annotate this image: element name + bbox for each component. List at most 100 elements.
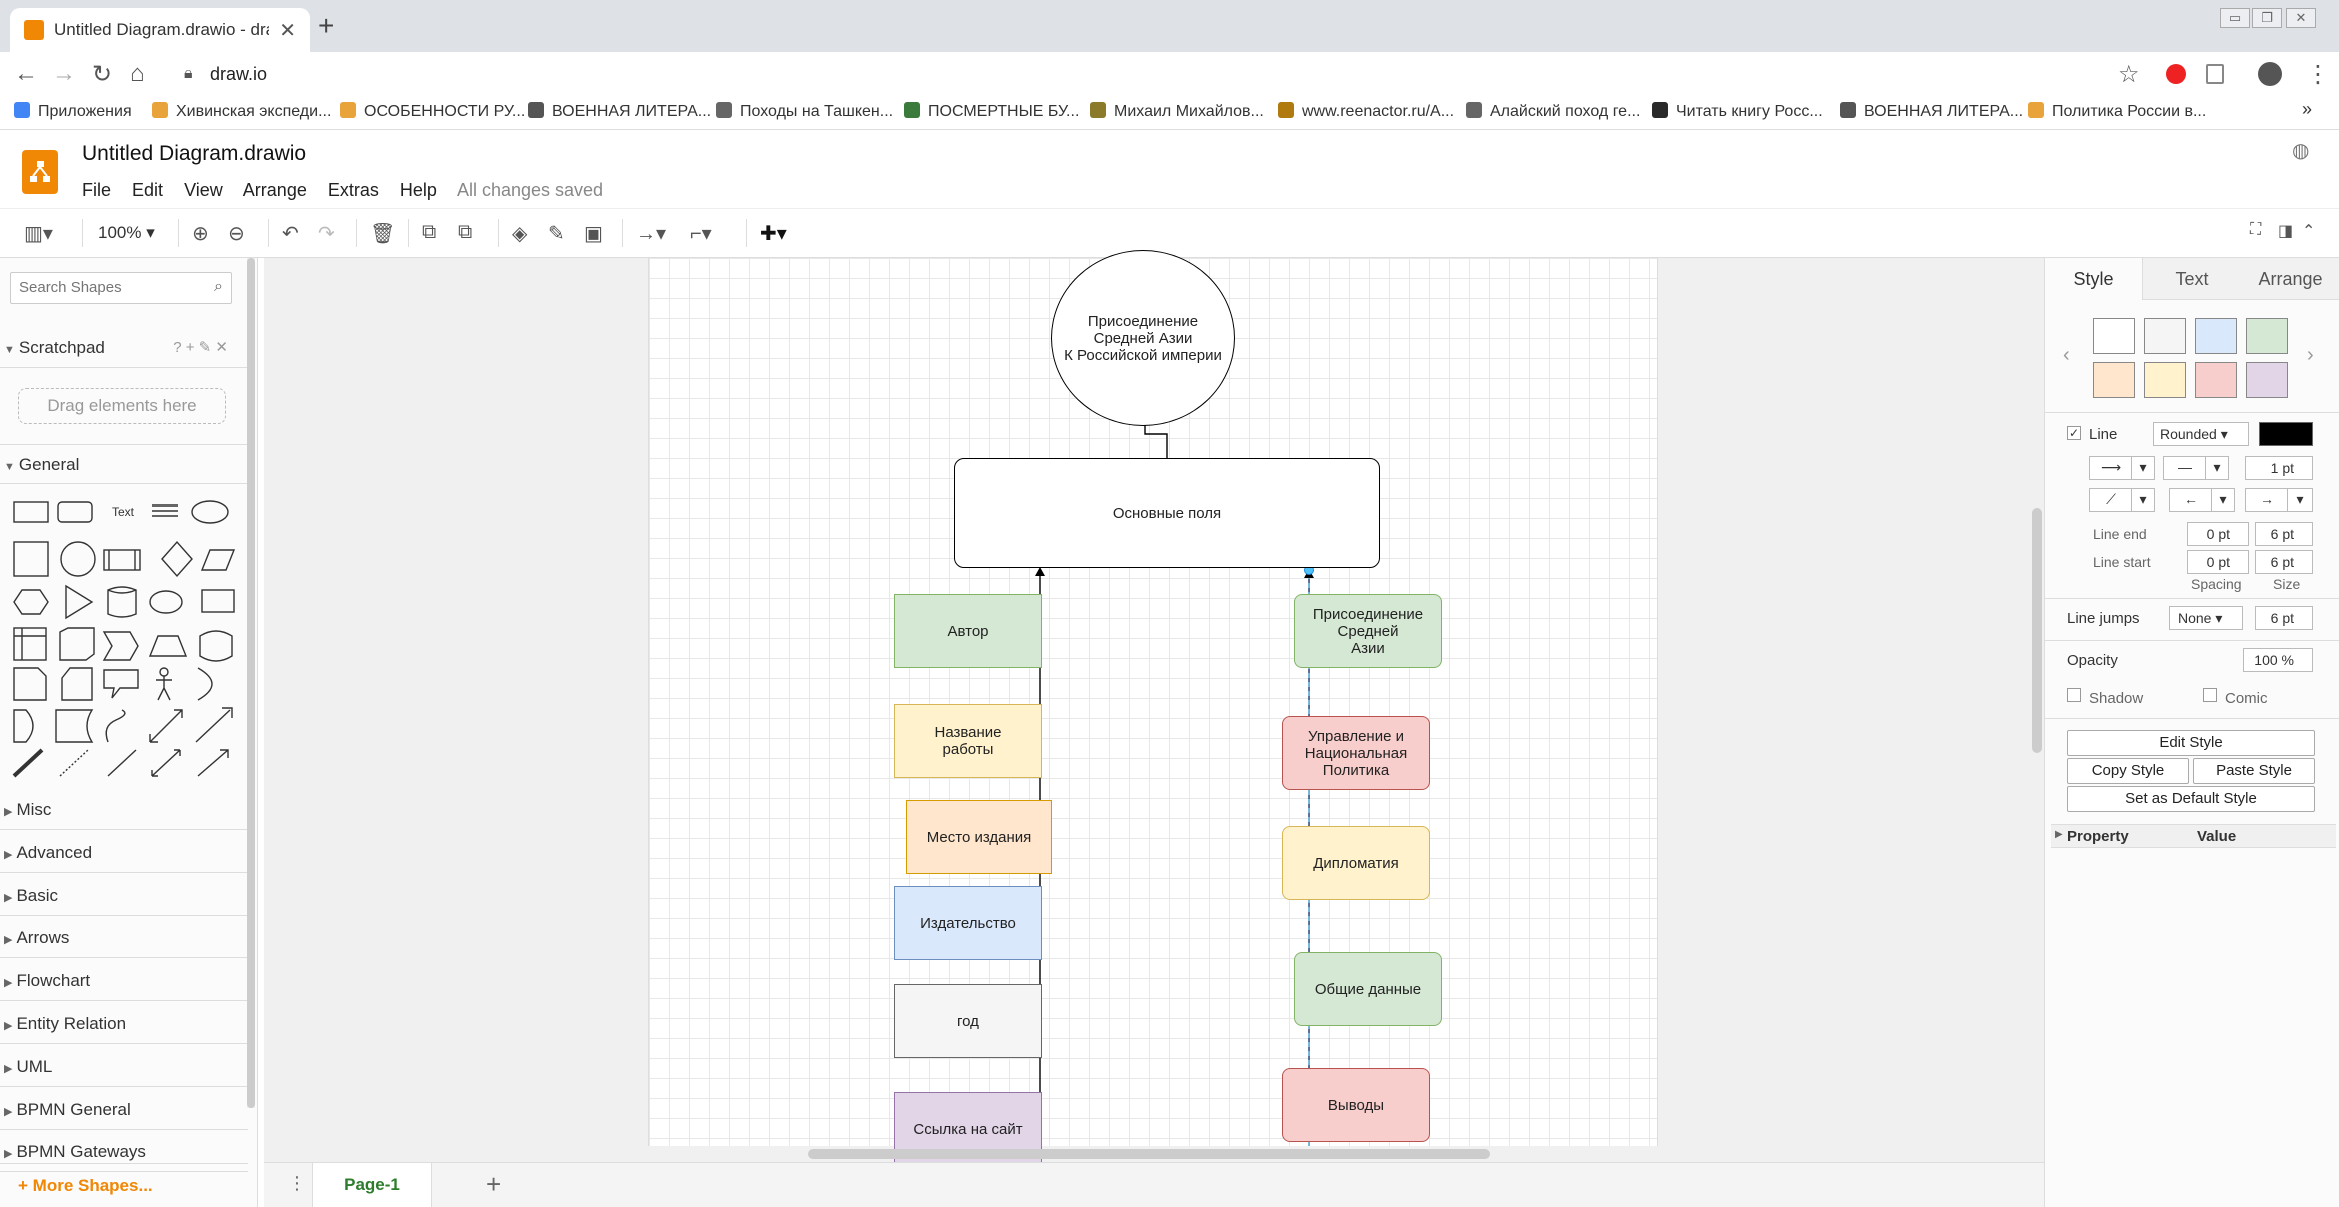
bookmark-item[interactable]: ОСОБЕННОСТИ РУ... — [340, 102, 525, 121]
style-swatch[interactable] — [2246, 318, 2288, 354]
bookmark-item[interactable]: Читать книгу Росс... — [1652, 102, 1823, 121]
menu-edit[interactable]: Edit — [132, 180, 163, 200]
line-end-size-field[interactable]: 6 pt — [2255, 522, 2313, 546]
to-back-icon[interactable]: ⧉ — [458, 221, 472, 244]
menu-help[interactable]: Help — [400, 180, 437, 200]
more-bookmarks-icon[interactable]: » — [2302, 99, 2312, 120]
line-end-arrow-icon[interactable]: → — [2245, 488, 2289, 512]
line-end-spacing-field[interactable]: 0 pt — [2187, 522, 2249, 546]
shadow-checkbox[interactable] — [2067, 688, 2081, 702]
line-color-icon[interactable]: ✎ — [548, 221, 565, 246]
opera-extension-icon[interactable] — [2166, 64, 2186, 84]
line-start-arrow-icon[interactable]: ← — [2169, 488, 2213, 512]
left-field-box[interactable]: Название работы — [894, 704, 1042, 778]
close-window-icon[interactable]: ✕ — [2286, 8, 2316, 28]
menu-arrange[interactable]: Arrange — [243, 180, 307, 200]
line-start-size-field[interactable]: 6 pt — [2255, 550, 2313, 574]
tab-style[interactable]: Style — [2045, 258, 2143, 300]
scratchpad-drop-zone[interactable]: Drag elements here — [18, 388, 226, 424]
fullscreen-icon[interactable]: ⛶ — [2250, 221, 2261, 239]
shadow-icon[interactable]: ▣ — [584, 221, 603, 246]
bookmark-item[interactable]: Михаил Михайлов... — [1090, 102, 1264, 121]
insert-icon[interactable]: ✚▾ — [760, 221, 787, 246]
document-title[interactable]: Untitled Diagram.drawio — [82, 142, 306, 166]
style-swatch[interactable] — [2093, 362, 2135, 398]
more-shapes-button[interactable]: + More Shapes... — [0, 1163, 248, 1207]
menu-extras[interactable]: Extras — [328, 180, 379, 200]
swatch-next-icon[interactable]: › — [2307, 344, 2314, 367]
line-width-field[interactable]: 1 pt — [2245, 456, 2313, 480]
search-icon[interactable]: ⌕ — [214, 278, 223, 296]
left-field-box[interactable]: год — [894, 984, 1042, 1058]
line-pattern-dropdown-icon[interactable]: ▾ — [2131, 456, 2155, 480]
diagram-page[interactable]: Присоединение Средней Азии К Российской … — [648, 250, 1658, 1166]
language-globe-icon[interactable]: ◍ — [2292, 138, 2309, 163]
extension-icon[interactable] — [2206, 64, 2224, 84]
restore-icon[interactable]: ❐ — [2252, 8, 2282, 28]
general-header[interactable]: ▼ General — [0, 444, 248, 484]
section-uml[interactable]: ▶ UML — [0, 1047, 248, 1087]
redo-icon[interactable]: ↷ — [318, 221, 335, 246]
back-icon[interactable]: ← — [14, 60, 38, 88]
waypoints-icon[interactable]: ⌐▾ — [690, 221, 712, 246]
right-topic-box[interactable]: Присоединение Средней Азии — [1294, 594, 1442, 668]
line-start-dropdown-icon[interactable]: ▾ — [2211, 488, 2235, 512]
delete-icon[interactable]: 🗑︎ — [370, 221, 395, 246]
to-front-icon[interactable]: ⧉ — [422, 221, 436, 244]
bookmark-item[interactable]: Хивинская экспеди... — [152, 102, 331, 121]
set-default-style-button[interactable]: Set as Default Style — [2067, 786, 2315, 812]
scratchpad-header[interactable]: ▼ Scratchpad ? + ✎ ✕ — [0, 328, 248, 368]
zoom-level[interactable]: 100% ▾ — [98, 223, 155, 243]
right-topic-box[interactable]: Управление и Национальная Политика — [1282, 716, 1430, 790]
fill-color-icon[interactable]: ◈ — [512, 221, 527, 246]
tab-arrange[interactable]: Arrange — [2241, 258, 2339, 300]
browser-tab[interactable]: Untitled Diagram.drawio - draw.io ✕ — [10, 8, 310, 52]
view-panels-icon[interactable]: ▥▾ — [24, 221, 53, 246]
main-fields-box[interactable]: Основные поля — [954, 458, 1380, 568]
section-entity-relation[interactable]: ▶ Entity Relation — [0, 1004, 248, 1044]
line-pattern-arrow-icon[interactable]: ⟶ — [2089, 456, 2133, 480]
line-jumps-select[interactable]: None ▾ — [2169, 606, 2243, 630]
swatch-prev-icon[interactable]: ‹ — [2063, 344, 2070, 367]
bookmark-item[interactable]: www.reenactor.ru/A... — [1278, 102, 1454, 121]
bookmark-item[interactable]: Приложения — [14, 102, 132, 121]
connection-icon[interactable]: →▾ — [636, 221, 666, 246]
style-swatch[interactable] — [2195, 318, 2237, 354]
add-page-icon[interactable]: + — [486, 1169, 501, 1200]
bookmark-item[interactable]: Политика России в... — [2028, 102, 2206, 121]
left-field-box[interactable]: Место издания — [906, 800, 1052, 874]
line-start-spacing-field[interactable]: 0 pt — [2187, 550, 2249, 574]
new-tab-icon[interactable]: + — [318, 10, 334, 42]
style-swatch[interactable] — [2144, 362, 2186, 398]
left-field-box[interactable]: Автор — [894, 594, 1042, 668]
line-end-dropdown-icon[interactable]: ▾ — [2287, 488, 2313, 512]
copy-style-button[interactable]: Copy Style — [2067, 758, 2189, 784]
page-tab-page-1[interactable]: Page-1 — [312, 1163, 432, 1207]
right-topic-box[interactable]: Общие данные — [1294, 952, 1442, 1026]
opacity-field[interactable]: 100 % — [2243, 648, 2313, 672]
waypoint-straight-icon[interactable]: ⟋ — [2089, 488, 2133, 512]
right-topic-box[interactable]: Дипломатия — [1282, 826, 1430, 900]
edit-style-button[interactable]: Edit Style — [2067, 730, 2315, 756]
scratchpad-tools[interactable]: ? + ✎ ✕ — [173, 338, 228, 356]
bookmark-star-icon[interactable]: ☆ — [2118, 60, 2140, 89]
right-topic-box[interactable]: Выводы — [1282, 1068, 1430, 1142]
minimize-icon[interactable]: ▭ — [2220, 8, 2250, 28]
zoom-in-icon[interactable]: ⊕ — [192, 221, 209, 246]
section-advanced[interactable]: ▶ Advanced — [0, 833, 248, 873]
left-scrollbar[interactable] — [247, 258, 255, 1108]
section-misc[interactable]: ▶ Misc — [0, 790, 248, 830]
line-style-select[interactable]: Rounded ▾ — [2153, 422, 2249, 446]
menu-view[interactable]: View — [184, 180, 223, 200]
line-color-swatch[interactable] — [2259, 422, 2313, 446]
tab-text[interactable]: Text — [2143, 258, 2241, 300]
section-bpmn-general[interactable]: ▶ BPMN General — [0, 1090, 248, 1130]
line-checkbox[interactable]: ✓ — [2067, 426, 2081, 440]
canvas-vertical-scrollbar[interactable] — [2032, 508, 2042, 753]
url-field[interactable]: draw.io — [210, 64, 267, 85]
style-swatch[interactable] — [2195, 362, 2237, 398]
pages-menu-icon[interactable]: ⋮ — [288, 1173, 306, 1194]
line-dash-dropdown-icon[interactable]: ▾ — [2205, 456, 2229, 480]
circle-node[interactable]: Присоединение Средней Азии К Российской … — [1051, 250, 1235, 426]
zoom-out-icon[interactable]: ⊖ — [228, 221, 245, 246]
